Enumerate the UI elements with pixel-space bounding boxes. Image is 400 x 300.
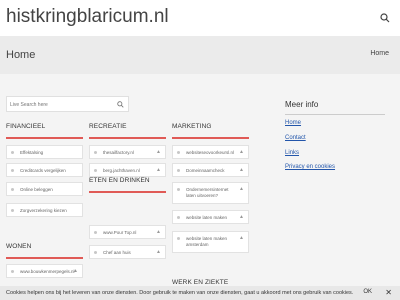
sidebar-title: Meer info — [285, 100, 319, 109]
category-bar — [172, 137, 249, 139]
link-text[interactable]: Online beleggen — [20, 187, 53, 193]
thumbs-up-icon[interactable]: ▲ — [239, 187, 244, 192]
list-item[interactable]: Effektalsing — [6, 145, 83, 159]
sidebar-divider — [285, 114, 385, 115]
link-text[interactable]: Domeinnaamcheck — [186, 168, 225, 174]
cookie-text: Cookies helpen ons bij het leveren van o… — [6, 290, 354, 296]
list-item[interactable]: Ondernemersinternet laten uitvoeren? ▲ — [172, 182, 249, 204]
link-text[interactable]: Creditcards vergelijken — [20, 168, 66, 174]
thumbs-up-icon[interactable]: ▲ — [156, 168, 161, 173]
category-title-werk-en-ziekte: WERK EN ZIEKTE — [172, 279, 229, 286]
thumbs-up-icon[interactable]: ▲ — [156, 230, 161, 235]
link-text[interactable]: website laten maken amsterdam — [186, 236, 231, 248]
thumbs-up-icon[interactable]: ▲ — [239, 236, 244, 241]
link-text[interactable]: thesailfactory.nl — [103, 150, 134, 156]
thumbs-up-icon[interactable]: ▲ — [239, 215, 244, 220]
category-title-recreatie: RECREATIE — [89, 123, 127, 130]
thumbs-up-icon[interactable]: ▲ — [156, 150, 161, 155]
header: histkringblaricum.nl — [0, 0, 400, 36]
bullet-icon — [11, 209, 14, 212]
bullet-icon — [11, 270, 14, 273]
cookie-bar: Cookies helpen ons bij het leveren van o… — [0, 286, 400, 300]
cookie-ok-button[interactable]: OK — [363, 289, 372, 295]
close-icon[interactable]: ✕ — [385, 288, 392, 297]
page-title-band: Home Home — [0, 36, 400, 74]
category-bar — [6, 137, 83, 139]
bullet-icon — [177, 237, 180, 240]
bullet-icon — [11, 151, 14, 154]
bullet-icon — [94, 251, 97, 254]
live-search[interactable] — [6, 96, 129, 112]
sidebar-link-home[interactable]: Home — [285, 120, 301, 126]
bullet-icon — [94, 151, 97, 154]
list-item[interactable]: Zorgverzekering kiezen — [6, 203, 83, 217]
search-icon[interactable] — [117, 101, 124, 108]
thumbs-up-icon[interactable]: ▲ — [156, 250, 161, 255]
link-text[interactable]: Zorgverzekering kiezen — [20, 208, 67, 214]
list-item[interactable]: Chef aan huis ▲ — [89, 245, 166, 259]
main-content: FINANCIEEL Effektalsing Creditcards verg… — [0, 74, 400, 300]
list-item[interactable]: www.Pour Top.nl ▲ — [89, 225, 166, 239]
sidebar-link-privacy[interactable]: Privacy en cookies — [285, 164, 335, 170]
category-bar — [89, 137, 166, 139]
link-text[interactable]: Chef aan huis — [103, 250, 131, 256]
search-input[interactable] — [10, 99, 110, 110]
link-text[interactable]: berg.jachthaven.nl — [103, 168, 140, 174]
bullet-icon — [94, 231, 97, 234]
bullet-icon — [11, 169, 14, 172]
bullet-icon — [177, 151, 180, 154]
list-item[interactable]: berg.jachthaven.nl ▲ — [89, 163, 166, 177]
bullet-icon — [177, 169, 180, 172]
bullet-icon — [177, 216, 180, 219]
list-item[interactable]: Creditcards vergelijken — [6, 163, 83, 177]
category-bar — [89, 191, 166, 193]
list-item[interactable]: Online beleggen — [6, 182, 83, 196]
bullet-icon — [94, 169, 97, 172]
thumbs-up-icon[interactable]: ▲ — [239, 150, 244, 155]
category-title-eten-en-drinken: ETEN EN DRINKEN — [89, 177, 150, 184]
list-item[interactable]: website laten maken amsterdam ▲ — [172, 231, 249, 253]
category-title-financieel: FINANCIEEL — [6, 123, 46, 130]
list-item[interactable]: thesailfactory.nl ▲ — [89, 145, 166, 159]
thumbs-up-icon[interactable]: ▲ — [239, 168, 244, 173]
category-title-wonen: WONEN — [6, 243, 32, 250]
bullet-icon — [11, 188, 14, 191]
sidebar-link-contact[interactable]: Contact — [285, 135, 306, 141]
link-text[interactable]: Effektalsing — [20, 150, 43, 156]
category-title-marketing: MARKETING — [172, 123, 212, 130]
thumbs-up-icon[interactable]: ▲ — [73, 269, 78, 274]
breadcrumb-home[interactable]: Home — [370, 50, 389, 57]
bullet-icon — [177, 188, 180, 191]
search-icon[interactable] — [380, 13, 390, 23]
sidebar-link-links[interactable]: Links — [285, 150, 299, 156]
category-bar — [6, 257, 83, 259]
page-title: Home — [6, 49, 36, 61]
list-item[interactable]: www.bouwkenmerpegels.nl ▲ — [6, 264, 83, 278]
link-text[interactable]: websiteseovoorkeursl.nl — [186, 150, 234, 156]
list-item[interactable]: Domeinnaamcheck ▲ — [172, 163, 249, 177]
link-text[interactable]: www.Pour Top.nl — [103, 230, 136, 236]
link-text[interactable]: www.bouwkenmerpegels.nl — [20, 269, 75, 275]
site-title[interactable]: histkringblaricum.nl — [6, 6, 169, 28]
list-item[interactable]: websiteseovoorkeursl.nl ▲ — [172, 145, 249, 159]
link-text[interactable]: Ondernemersinternet laten uitvoeren? — [186, 187, 238, 199]
link-text[interactable]: website laten maken — [186, 215, 227, 221]
list-item[interactable]: website laten maken ▲ — [172, 210, 249, 224]
